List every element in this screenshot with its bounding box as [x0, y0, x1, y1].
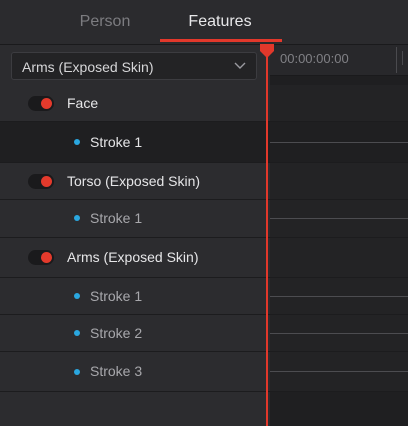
- stroke-track-line: [270, 296, 408, 297]
- stroke-label: Stroke 2: [90, 325, 143, 341]
- stroke-row[interactable]: Stroke 1: [0, 278, 408, 315]
- stroke-dot-icon: [74, 369, 80, 375]
- feature-label: Face: [67, 95, 99, 111]
- stroke-row[interactable]: Stroke 3: [0, 352, 408, 392]
- row-track-cell: [270, 85, 408, 121]
- feature-toggle[interactable]: [28, 96, 54, 111]
- stroke-label: Stroke 1: [90, 288, 143, 304]
- tab-bar: Person Features: [0, 0, 408, 45]
- feature-toggle[interactable]: [28, 250, 54, 265]
- row-track-cell: [270, 238, 408, 277]
- feature-row-arms[interactable]: Arms (Exposed Skin): [0, 238, 408, 278]
- stroke-label: Stroke 1: [90, 134, 143, 150]
- chevron-down-icon: [234, 62, 246, 69]
- stroke-dot-icon: [74, 139, 80, 145]
- stroke-track-line: [270, 218, 408, 219]
- playhead-marker-icon[interactable]: [259, 44, 275, 60]
- stroke-row[interactable]: Stroke 1: [0, 122, 408, 163]
- stroke-dot-icon: [74, 330, 80, 336]
- stroke-row[interactable]: Stroke 1: [0, 200, 408, 238]
- feature-toggle[interactable]: [28, 174, 54, 189]
- stroke-dot-icon: [74, 293, 80, 299]
- stroke-track-line: [270, 142, 408, 143]
- toggle-knob: [41, 98, 52, 109]
- active-tab-indicator: [160, 39, 282, 42]
- feature-row-torso[interactable]: Torso (Exposed Skin): [0, 163, 408, 200]
- stroke-track-line: [270, 333, 408, 334]
- stroke-label: Stroke 1: [90, 210, 143, 226]
- timecode-label: 00:00:00:00: [280, 51, 349, 66]
- tab-features[interactable]: Features: [160, 0, 280, 42]
- stroke-dot-icon: [74, 215, 80, 221]
- feature-label: Arms (Exposed Skin): [67, 249, 199, 265]
- feature-dropdown-value: Arms (Exposed Skin): [22, 59, 154, 75]
- feature-label: Torso (Exposed Skin): [67, 173, 201, 189]
- timeline-ruler[interactable]: 00:00:00:00: [270, 45, 408, 76]
- stroke-row[interactable]: Stroke 2: [0, 315, 408, 352]
- feature-selector-row: Arms (Exposed Skin): [0, 45, 270, 86]
- toggle-knob: [41, 176, 52, 187]
- ruler-tick: [402, 51, 403, 65]
- stroke-track-line: [270, 371, 408, 372]
- stroke-label: Stroke 3: [90, 363, 143, 379]
- feature-dropdown[interactable]: Arms (Exposed Skin): [11, 52, 257, 80]
- tab-person[interactable]: Person: [30, 0, 180, 42]
- row-track-cell: [270, 163, 408, 199]
- feature-row-face[interactable]: Face: [0, 85, 408, 122]
- toggle-knob: [41, 252, 52, 263]
- ruler-tick: [396, 47, 397, 73]
- playhead-line[interactable]: [266, 52, 268, 426]
